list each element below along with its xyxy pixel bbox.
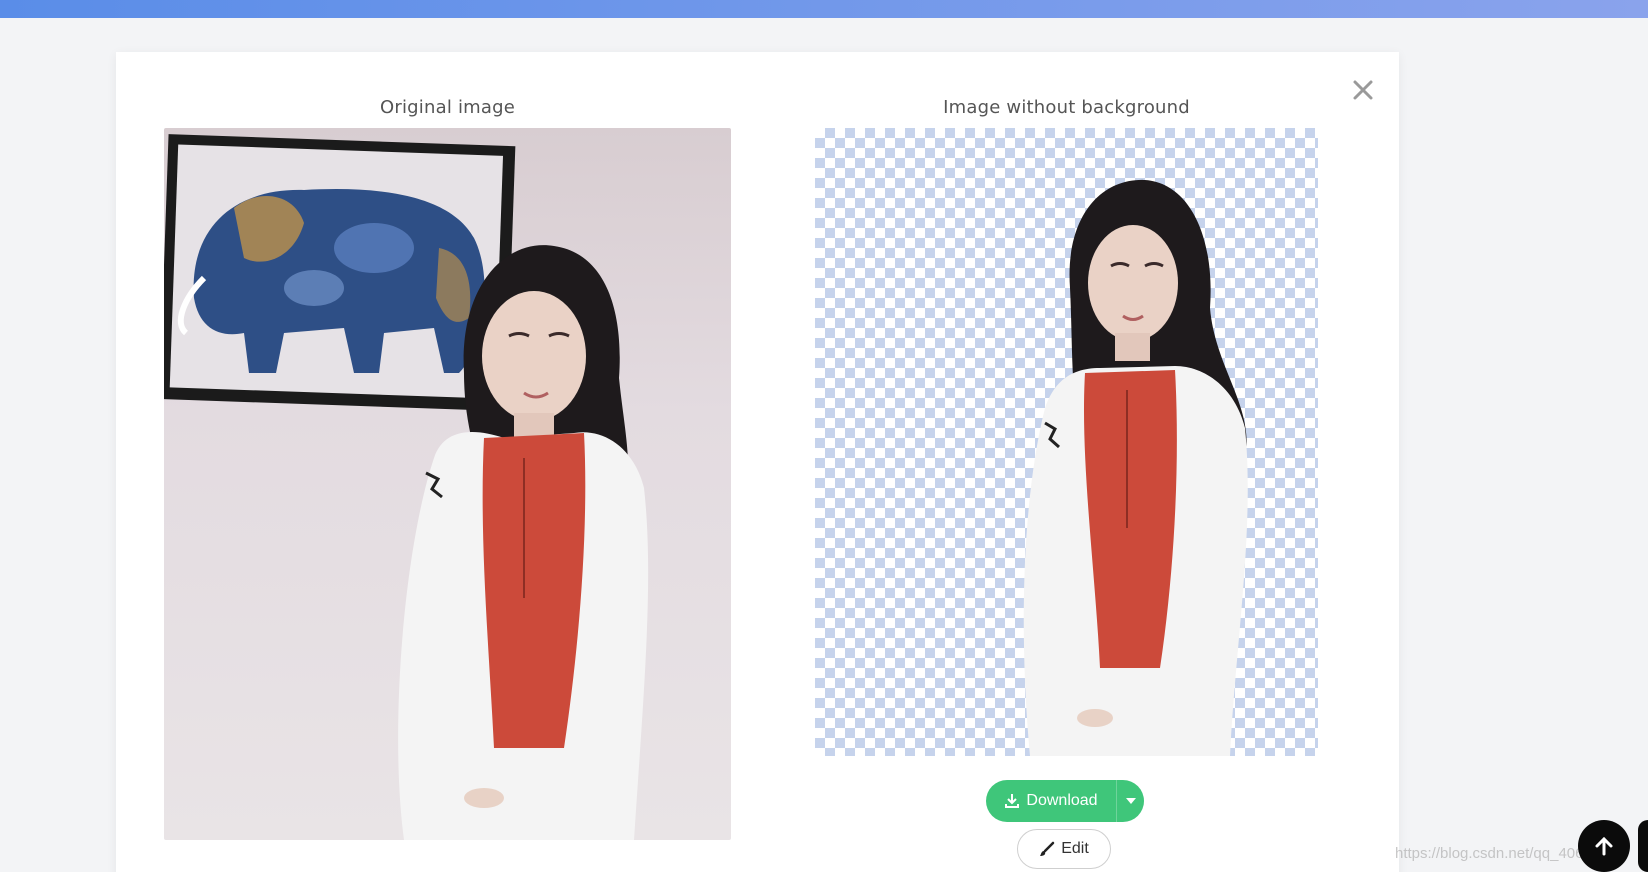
download-icon <box>1005 794 1020 808</box>
download-label: Download <box>1026 792 1098 809</box>
close-button[interactable] <box>1349 76 1377 104</box>
original-image-title: Original image <box>379 97 516 118</box>
arrow-up-icon <box>1595 836 1613 856</box>
original-image <box>164 128 731 840</box>
top-banner <box>0 0 1648 18</box>
scroll-to-top-button[interactable] <box>1578 820 1630 872</box>
edit-label: Edit <box>1061 840 1089 857</box>
result-image-title: Image without background <box>943 97 1190 118</box>
result-image <box>815 128 1318 756</box>
brush-icon <box>1040 841 1055 856</box>
chevron-down-icon <box>1125 798 1136 804</box>
download-button-group: Download <box>986 780 1144 822</box>
download-button[interactable]: Download <box>986 780 1116 822</box>
close-icon <box>1353 80 1373 100</box>
floating-action-button[interactable] <box>1638 820 1648 872</box>
edit-button[interactable]: Edit <box>1017 829 1111 869</box>
